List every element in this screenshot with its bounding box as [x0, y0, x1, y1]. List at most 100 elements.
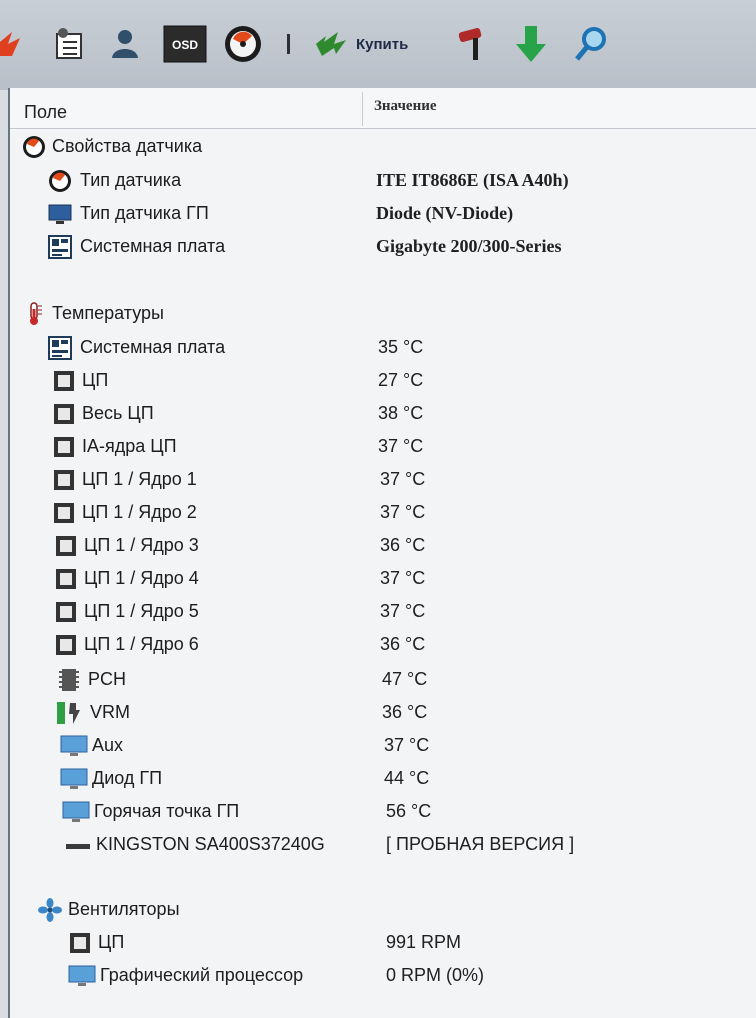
row-label: ЦП 1 / Ядро 2 — [82, 502, 197, 522]
list-item[interactable]: Тип датчика ITE IT8686E (ISA A40h) — [10, 165, 756, 197]
list-item[interactable]: ЦП 1 / Ядро 6 36 °C — [10, 629, 756, 661]
column-field-header[interactable]: Поле — [24, 102, 67, 123]
osd-text: OSD — [172, 38, 198, 52]
list-item[interactable]: Горячая точка ГП 56 °C — [10, 796, 756, 828]
row-label: VRM — [90, 702, 130, 722]
drive-icon — [64, 833, 90, 857]
column-value-header[interactable]: Значение — [374, 98, 437, 115]
download-icon[interactable] — [510, 24, 552, 64]
thermometer-icon — [22, 302, 46, 326]
list-item[interactable]: Диод ГП 44 °C — [10, 763, 756, 795]
row-value: 37 °C — [380, 601, 426, 621]
osd-icon[interactable]: OSD — [162, 24, 208, 64]
row-label: Тип датчика — [80, 170, 182, 190]
row-value: 38 °C — [378, 403, 424, 423]
list-item[interactable]: Aux 37 °C — [10, 730, 756, 762]
row-value: 36 °C — [380, 535, 426, 555]
row-label: KINGSTON SA400S37240G — [96, 834, 325, 854]
list-item[interactable]: VRM 36 °C — [10, 697, 756, 729]
section-fans[interactable]: Вентиляторы — [10, 894, 756, 926]
row-value: 37 °C — [378, 436, 424, 456]
row-label: Графический процессор — [100, 965, 304, 985]
cpu-chip-icon — [52, 435, 76, 459]
row-label: ЦП 1 / Ядро 6 — [84, 634, 199, 654]
row-label: Диод ГП — [92, 768, 163, 788]
row-value: 35 °C — [378, 337, 424, 357]
cpu-chip-icon — [54, 633, 78, 657]
cpu-chip-icon — [68, 931, 92, 955]
list-item[interactable]: ЦП 1 / Ядро 3 36 °C — [10, 530, 756, 562]
list-item[interactable]: Весь ЦП 38 °C — [10, 398, 756, 430]
monitor-icon — [60, 767, 88, 791]
cpu-chip-icon — [52, 468, 76, 492]
list-item[interactable]: ЦП 1 / Ядро 2 37 °C — [10, 497, 756, 529]
row-label: ЦП 1 / Ядро 5 — [84, 601, 199, 621]
row-value: 37 °C — [384, 735, 430, 755]
list-item[interactable]: IA-ядра ЦП 37 °C — [10, 431, 756, 463]
row-label: ЦП 1 / Ядро 3 — [84, 535, 199, 555]
row-value: Gigabyte 200/300-Series — [376, 236, 562, 256]
row-label: ЦП — [82, 370, 109, 390]
sensor-gauge-icon — [22, 135, 46, 159]
list-item[interactable]: ЦП 991 RPM — [10, 927, 756, 959]
section-sensor-properties[interactable]: Свойства датчика — [10, 131, 756, 163]
list-item[interactable]: PCH 47 °C — [10, 664, 756, 696]
chipset-icon — [58, 668, 82, 692]
report-icon[interactable] — [48, 24, 90, 64]
toolbar: OSD Купить — [0, 0, 756, 90]
row-value: 37 °C — [380, 469, 426, 489]
row-value: 0 RPM (0%) — [386, 965, 485, 985]
buy-button[interactable]: Купить — [312, 24, 432, 64]
list-item[interactable]: KINGSTON SA400S37240G [ ПРОБНАЯ ВЕРСИЯ ] — [10, 829, 756, 861]
app-logo-icon[interactable] — [0, 24, 26, 64]
section-temperatures[interactable]: Температуры — [10, 298, 756, 330]
row-value: Diode (NV-Diode) — [376, 203, 514, 223]
toolbar-separator — [287, 34, 290, 54]
row-value: 44 °C — [384, 768, 430, 788]
sensor-gauge-icon — [48, 169, 72, 193]
cpu-chip-icon — [52, 369, 76, 393]
row-value: [ ПРОБНАЯ ВЕРСИЯ ] — [386, 834, 575, 854]
row-value: 47 °C — [382, 669, 428, 689]
search-icon[interactable] — [570, 24, 612, 64]
cpu-chip-icon — [54, 567, 78, 591]
user-icon[interactable] — [104, 24, 146, 64]
buy-label: Купить — [356, 35, 409, 53]
row-label: Системная плата — [80, 337, 226, 357]
list-item[interactable]: Системная плата Gigabyte 200/300-Series — [10, 231, 756, 263]
sensor-icon[interactable] — [220, 24, 266, 64]
list-item[interactable]: Графический процессор 0 RPM (0%) — [10, 960, 756, 992]
row-label: PCH — [88, 669, 127, 689]
row-value: 27 °C — [378, 370, 424, 390]
section-title: Температуры — [52, 303, 164, 323]
row-label: IA-ядра ЦП — [82, 436, 177, 456]
fan-icon — [38, 898, 62, 922]
list-item[interactable]: Системная плата 35 °C — [10, 332, 756, 364]
row-value: 991 RPM — [386, 932, 462, 952]
row-label: Горячая точка ГП — [94, 801, 240, 821]
row-value: ITE IT8686E (ISA A40h) — [376, 170, 569, 190]
list-item[interactable]: Тип датчика ГП Diode (NV-Diode) — [10, 198, 756, 230]
monitor-icon — [62, 800, 90, 824]
section-title: Вентиляторы — [68, 899, 180, 919]
list-item[interactable]: ЦП 1 / Ядро 1 37 °C — [10, 464, 756, 496]
section-title: Свойства датчика — [52, 136, 203, 156]
sensor-panel: Поле Значение Свойства датчика Тип датчи… — [8, 88, 756, 1018]
buy-icon — [316, 32, 346, 56]
monitor-icon — [68, 964, 96, 988]
column-header: Поле Значение — [10, 88, 756, 129]
row-value: 37 °C — [380, 502, 426, 522]
list-item[interactable]: ЦП 1 / Ядро 5 37 °C — [10, 596, 756, 628]
tools-icon[interactable] — [452, 24, 494, 64]
cpu-chip-icon — [54, 600, 78, 624]
vrm-power-icon — [56, 701, 80, 725]
cpu-chip-icon — [52, 501, 76, 525]
row-label: Весь ЦП — [82, 403, 154, 423]
column-divider[interactable] — [362, 92, 363, 126]
row-label: Тип датчика ГП — [80, 203, 209, 223]
cpu-chip-icon — [54, 534, 78, 558]
list-item[interactable]: ЦП 27 °C — [10, 365, 756, 397]
cpu-chip-icon — [52, 402, 76, 426]
row-label: ЦП 1 / Ядро 1 — [82, 469, 197, 489]
list-item[interactable]: ЦП 1 / Ядро 4 37 °C — [10, 563, 756, 595]
